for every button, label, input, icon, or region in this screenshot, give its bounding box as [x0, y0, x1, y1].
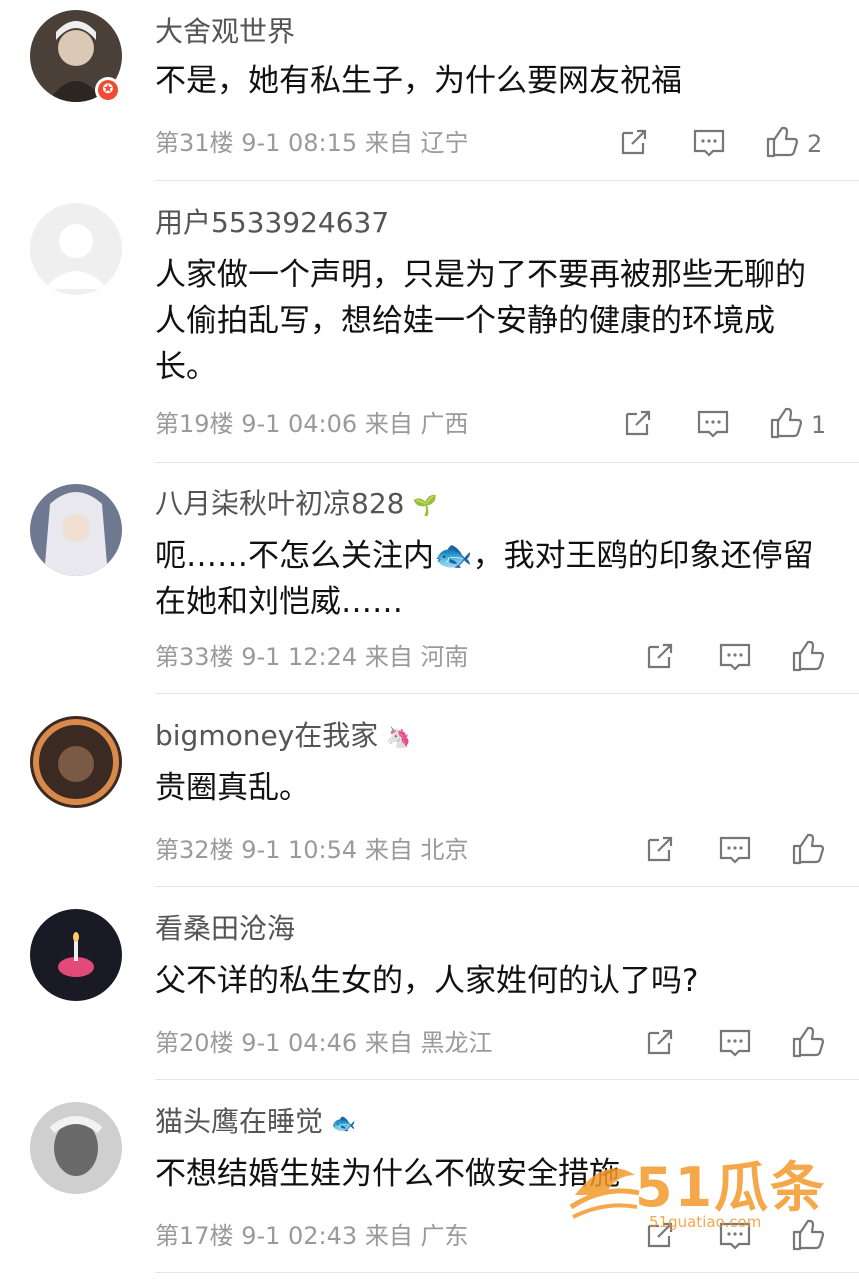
comment-icon: [718, 832, 752, 870]
share-icon: [643, 832, 677, 870]
comment-text: 贵圈真乱。: [155, 770, 310, 806]
thumbs-up-icon: [769, 406, 803, 444]
comment-icon: [696, 406, 730, 444]
share-button[interactable]: [643, 831, 677, 871]
divider: [155, 886, 859, 887]
username[interactable]: 大舍观世界: [155, 15, 295, 49]
watermark-brand: 51瓜条: [635, 1156, 827, 1219]
fish-icon: 🐟: [331, 1111, 356, 1135]
share-button[interactable]: [643, 638, 677, 678]
username[interactable]: 用户5533924637: [155, 206, 389, 240]
like-button[interactable]: [791, 1024, 825, 1064]
avatar[interactable]: [30, 203, 122, 295]
thumbs-up-icon: [765, 125, 799, 163]
like-button[interactable]: [791, 831, 825, 871]
comment-actions: 2: [0, 124, 859, 164]
divider: [155, 693, 859, 694]
comment-icon: [692, 125, 726, 163]
share-icon: [643, 639, 677, 677]
comment-actions: [0, 831, 859, 871]
sprout-icon: 🌱: [412, 493, 438, 517]
share-button[interactable]: [617, 124, 651, 164]
share-button[interactable]: [621, 405, 655, 445]
avatar[interactable]: [30, 909, 122, 1001]
username-text: bigmoney在我家: [155, 719, 379, 752]
comment-text: 不是，她有私生子，为什么要网友祝福: [155, 63, 682, 99]
star-icon: ✪: [98, 80, 118, 100]
like-button[interactable]: 2: [765, 124, 822, 164]
comment-button[interactable]: [718, 638, 752, 678]
unicorn-icon: 🦄: [386, 725, 412, 749]
avatar[interactable]: [30, 716, 122, 808]
verified-badge: ✪: [95, 77, 121, 103]
share-icon: [643, 1025, 677, 1063]
divider: [155, 1272, 859, 1273]
divider: [155, 1079, 859, 1080]
comment-icon: [718, 639, 752, 677]
username[interactable]: 看桑田沧海: [155, 912, 295, 946]
watermark-site: 51guatiao.com: [649, 1213, 762, 1231]
divider: [155, 462, 859, 463]
like-count: 1: [811, 411, 827, 439]
share-icon: [621, 406, 655, 444]
username[interactable]: bigmoney在我家 🦄: [155, 719, 411, 754]
comment-button[interactable]: [718, 1024, 752, 1064]
like-button[interactable]: [791, 638, 825, 678]
avatar[interactable]: [30, 484, 122, 576]
divider: [155, 180, 859, 181]
comment-actions: 1: [0, 405, 859, 445]
like-count: 2: [807, 130, 823, 158]
watermark: 51瓜条 51guatiao.com: [565, 1145, 845, 1237]
username-text: 八月柒秋叶初凉828: [155, 487, 405, 520]
comment-text: 人家做一个声明，只是为了不要再被那些无聊的人偷拍乱写，想给娃一个安静的健康的环境…: [155, 257, 806, 385]
comment-button[interactable]: [692, 124, 726, 164]
comment-button[interactable]: [696, 405, 730, 445]
comment-button[interactable]: [718, 831, 752, 871]
comment-actions: [0, 1024, 859, 1064]
watermark-logo-icon: [569, 1168, 640, 1219]
username[interactable]: 八月柒秋叶初凉828 🌱: [155, 487, 437, 522]
username-text: 猫头鹰在睡觉: [155, 1105, 324, 1138]
comment-text: 呃……不怎么关注内🐟，我对王鸥的印象还停留在她和刘恺威……: [155, 538, 814, 620]
username[interactable]: 猫头鹰在睡觉 🐟: [155, 1105, 356, 1140]
share-button[interactable]: [643, 1024, 677, 1064]
share-icon: [617, 125, 651, 163]
thumbs-up-icon: [791, 832, 825, 870]
avatar[interactable]: [30, 1102, 122, 1194]
comment-text: 父不详的私生女的，人家姓何的认了吗?: [155, 963, 699, 999]
comment-actions: [0, 638, 859, 678]
thumbs-up-icon: [791, 1025, 825, 1063]
like-button[interactable]: 1: [769, 405, 826, 445]
comment-icon: [718, 1025, 752, 1063]
thumbs-up-icon: [791, 639, 825, 677]
